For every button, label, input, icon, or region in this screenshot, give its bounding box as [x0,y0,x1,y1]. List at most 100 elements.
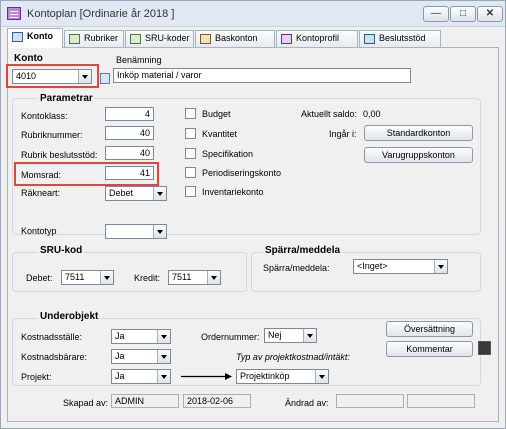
chevron-down-icon [434,260,447,273]
specifikation-label: Specifikation [202,149,254,159]
konto-label: Konto [14,53,43,64]
kvantitet-checkbox[interactable] [185,128,196,139]
typ-av-projektkostnad-value: Projektinköp [240,371,290,381]
kommentar-icon[interactable] [478,341,491,355]
sparra-label: Spärra/meddela: [263,263,330,273]
underobjekt-title: Underobjekt [38,311,101,322]
app-icon [7,7,21,20]
chevron-down-icon [157,330,170,343]
benamning-label: Benämning [116,55,162,65]
chevron-down-icon [315,370,328,383]
kostnadsbarare-select[interactable]: Ja [111,349,171,364]
typ-av-projektkostnad-label: Typ av projektkostnad/intäkt: [236,352,350,362]
rakneart-value: Debet [109,188,134,198]
beslutsstod-tab-icon [364,34,375,44]
kostnadsbarare-value: Ja [115,351,125,361]
momsrad-input[interactable]: 41 [105,166,154,180]
sparra-select[interactable]: <Inget> [353,259,448,274]
andrad-av-user [336,394,404,408]
sru-tab-icon [130,34,141,44]
rubriknummer-label: Rubriknummer: [21,130,83,140]
ordernummer-label: Ordernummer: [201,332,260,342]
rakneart-label: Räkneart: [21,188,61,198]
kontoklass-input[interactable]: 4 [105,107,154,121]
oversattning-button[interactable]: Översättning [386,321,473,337]
chevron-down-icon [207,271,220,284]
chevron-down-icon [153,225,166,238]
varugruppskonton-button[interactable]: Varugruppskonton [364,147,473,163]
tab-kontoprofil[interactable]: Kontoprofil [276,30,358,47]
ordernummer-value: Nej [268,330,282,340]
lookup-icon[interactable] [100,73,110,84]
tab-sru-koder[interactable]: SRU-koder [125,30,194,47]
sparra-title: Spärra/meddela [263,245,343,256]
rubriknummer-input[interactable]: 40 [105,126,154,140]
sru-kredit-select[interactable]: 7511 [168,270,221,285]
kvantitet-label: Kvantitet [202,129,238,139]
tab-beslutsstod-label: Beslutsstöd [379,33,426,43]
kostnadsstalle-select[interactable]: Ja [111,329,171,344]
sru-debet-select[interactable]: 7511 [61,270,114,285]
baskonton-tab-icon [200,34,211,44]
konto-value: 4010 [16,71,37,81]
rubrik-beslutsstod-label: Rubrik beslutsstöd: [21,150,98,160]
periodiseringskonto-checkbox[interactable] [185,167,196,178]
skapad-datum: 2018-02-06 [183,394,251,408]
andrad-av-label: Ändrad av: [285,398,329,408]
maximize-button[interactable]: □ [450,6,476,22]
tab-kontoprofil-label: Kontoprofil [296,33,340,43]
chevron-down-icon [303,329,316,342]
sru-debet-value: 7511 [65,272,85,282]
close-button[interactable]: ✕ [477,6,503,22]
kontoklass-label: Kontoklass: [21,111,68,121]
specifikation-checkbox[interactable] [185,148,196,159]
rubriker-tab-icon [69,34,80,44]
chevron-down-icon [100,271,113,284]
sru-debet-label: Debet: [26,273,53,283]
projekt-value: Ja [115,371,125,381]
tab-rubriker[interactable]: Rubriker [64,30,124,47]
rakneart-select[interactable]: Debet [105,186,167,201]
minimize-button[interactable]: — [423,6,449,22]
typ-av-projektkostnad-select[interactable]: Projektinköp [236,369,329,384]
rubrik-beslutsstod-input[interactable]: 40 [105,146,154,160]
kommentar-button[interactable]: Kommentar [386,341,473,357]
kostnadsstalle-label: Kostnadsställe: [21,332,83,342]
projekt-label: Projekt: [21,372,52,382]
inventariekonto-label: Inventariekonto [202,187,264,197]
aktuellt-saldo-label: Aktuellt saldo: [301,109,358,119]
momsrad-label: Momsrad: [21,170,62,180]
projekt-select[interactable]: Ja [111,369,171,384]
konto-select[interactable]: 4010 [12,69,92,84]
tab-sru-koder-label: SRU-koder [145,33,190,43]
tab-rubriker-label: Rubriker [84,33,119,43]
tab-konto[interactable]: Konto [7,28,63,48]
aktuellt-saldo-value: 0,00 [363,109,381,119]
kostnadsstalle-value: Ja [115,331,125,341]
chevron-down-icon [157,370,170,383]
standardkonton-button[interactable]: Standardkonton [364,125,473,141]
chevron-down-icon [157,350,170,363]
ordernummer-select[interactable]: Nej [264,328,317,343]
kontotyp-label: Kontotyp [21,226,57,236]
inventariekonto-checkbox[interactable] [185,186,196,197]
skapad-av-label: Skapad av: [63,398,109,408]
ingar-i-label: Ingår i: [329,129,357,139]
arrow-right-icon [181,373,232,380]
budget-label: Budget [202,109,231,119]
tab-beslutsstod[interactable]: Beslutsstöd [359,30,441,47]
chevron-down-icon [78,70,91,83]
benamning-input[interactable]: Inköp material / varor [113,68,411,83]
tab-baskonton[interactable]: Baskonton [195,30,275,47]
window-title: Kontoplan [Ordinarie år 2018 ] [27,8,175,20]
budget-checkbox[interactable] [185,108,196,119]
sru-kredit-value: 7511 [172,272,192,282]
kontotyp-select[interactable] [105,224,167,239]
title-bar[interactable]: Kontoplan [Ordinarie år 2018 ] — □ ✕ [1,1,505,27]
parametrar-title: Parametrar [38,93,95,104]
konto-tab-icon [12,32,23,42]
kontoprofil-tab-icon [281,34,292,44]
sru-kredit-label: Kredit: [134,273,161,283]
kostnadsbarare-label: Kostnadsbärare: [21,352,88,362]
chevron-down-icon [153,187,166,200]
